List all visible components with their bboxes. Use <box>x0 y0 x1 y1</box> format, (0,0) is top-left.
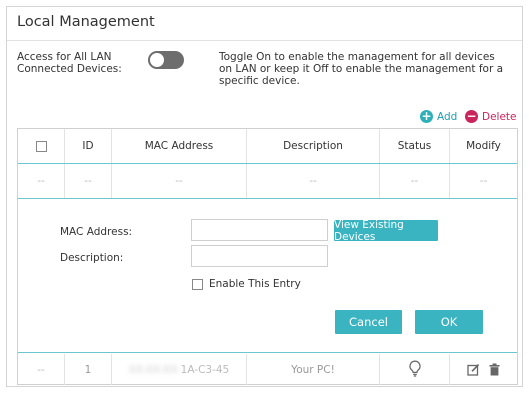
cell-status <box>380 354 450 385</box>
access-all-lan-text: Access for All LAN Connected Devices: <box>17 51 122 75</box>
header-id: ID <box>65 129 112 163</box>
minus-circle-icon: − <box>465 109 478 123</box>
enable-entry-label: Enable This Entry <box>209 278 301 290</box>
cancel-button[interactable]: Cancel <box>335 310 402 334</box>
header-description: Description <box>247 129 380 163</box>
access-all-lan-label: Access for All LAN Connected Devices: <box>17 51 152 75</box>
trash-icon[interactable] <box>489 363 500 376</box>
cell-id: -- <box>65 164 112 198</box>
entry-edit-form: MAC Address: View Existing Devices Descr… <box>18 198 517 353</box>
table-row: -- -- -- -- -- -- <box>18 164 517 198</box>
edit-icon[interactable] <box>467 363 480 376</box>
table-row: -- 1 XX-XX-XX- 1A-C3-45 Your PC! <box>18 354 517 385</box>
cell-status: -- <box>380 164 450 198</box>
toggle-help-text: Toggle On to enable the management for a… <box>219 51 504 87</box>
ok-button[interactable]: OK <box>415 310 483 334</box>
lightbulb-icon <box>408 360 422 380</box>
header-status: Status <box>380 129 450 163</box>
access-all-lan-toggle[interactable] <box>148 51 184 69</box>
cell-checkbox: -- <box>18 354 65 385</box>
view-existing-devices-button[interactable]: View Existing Devices <box>334 219 438 243</box>
mac-address-input[interactable] <box>191 219 328 241</box>
cell-id: 1 <box>65 354 112 385</box>
mac-visible: 1A-C3-45 <box>180 363 230 376</box>
cell-description: Your PC! <box>247 354 380 385</box>
description-input[interactable] <box>191 245 328 267</box>
cell-mac: XX-XX-XX- 1A-C3-45 <box>112 354 247 385</box>
description-label: Description: <box>60 252 124 264</box>
table-header-row: ID MAC Address Description Status Modify <box>18 129 517 164</box>
header-select-all <box>18 129 65 163</box>
toggle-knob <box>150 53 164 67</box>
enable-entry-checkbox[interactable] <box>192 278 203 290</box>
panel-title: Local Management <box>17 14 155 30</box>
title-divider <box>7 40 522 41</box>
delete-label: Delete <box>482 110 517 123</box>
cell-checkbox: -- <box>18 164 65 198</box>
cell-modify: -- <box>479 175 488 187</box>
enable-entry-option[interactable]: Enable This Entry <box>192 278 301 290</box>
cell-description: -- <box>247 164 380 198</box>
cell-modify <box>450 354 517 385</box>
header-modify: Modify <box>466 140 501 152</box>
mac-redacted: XX-XX-XX- <box>128 363 181 376</box>
add-label: Add <box>437 110 458 123</box>
cell-mac: -- <box>112 164 247 198</box>
mac-address-label: MAC Address: <box>60 226 133 238</box>
local-management-panel: Local Management Access for All LAN Conn… <box>6 6 523 387</box>
delete-button[interactable]: − Delete <box>465 110 517 123</box>
plus-circle-icon: + <box>420 109 433 123</box>
select-all-checkbox[interactable] <box>35 140 47 152</box>
header-mac-address: MAC Address <box>112 129 247 163</box>
add-button[interactable]: + Add <box>420 110 457 123</box>
management-table: ID MAC Address Description Status Modify… <box>17 128 518 385</box>
